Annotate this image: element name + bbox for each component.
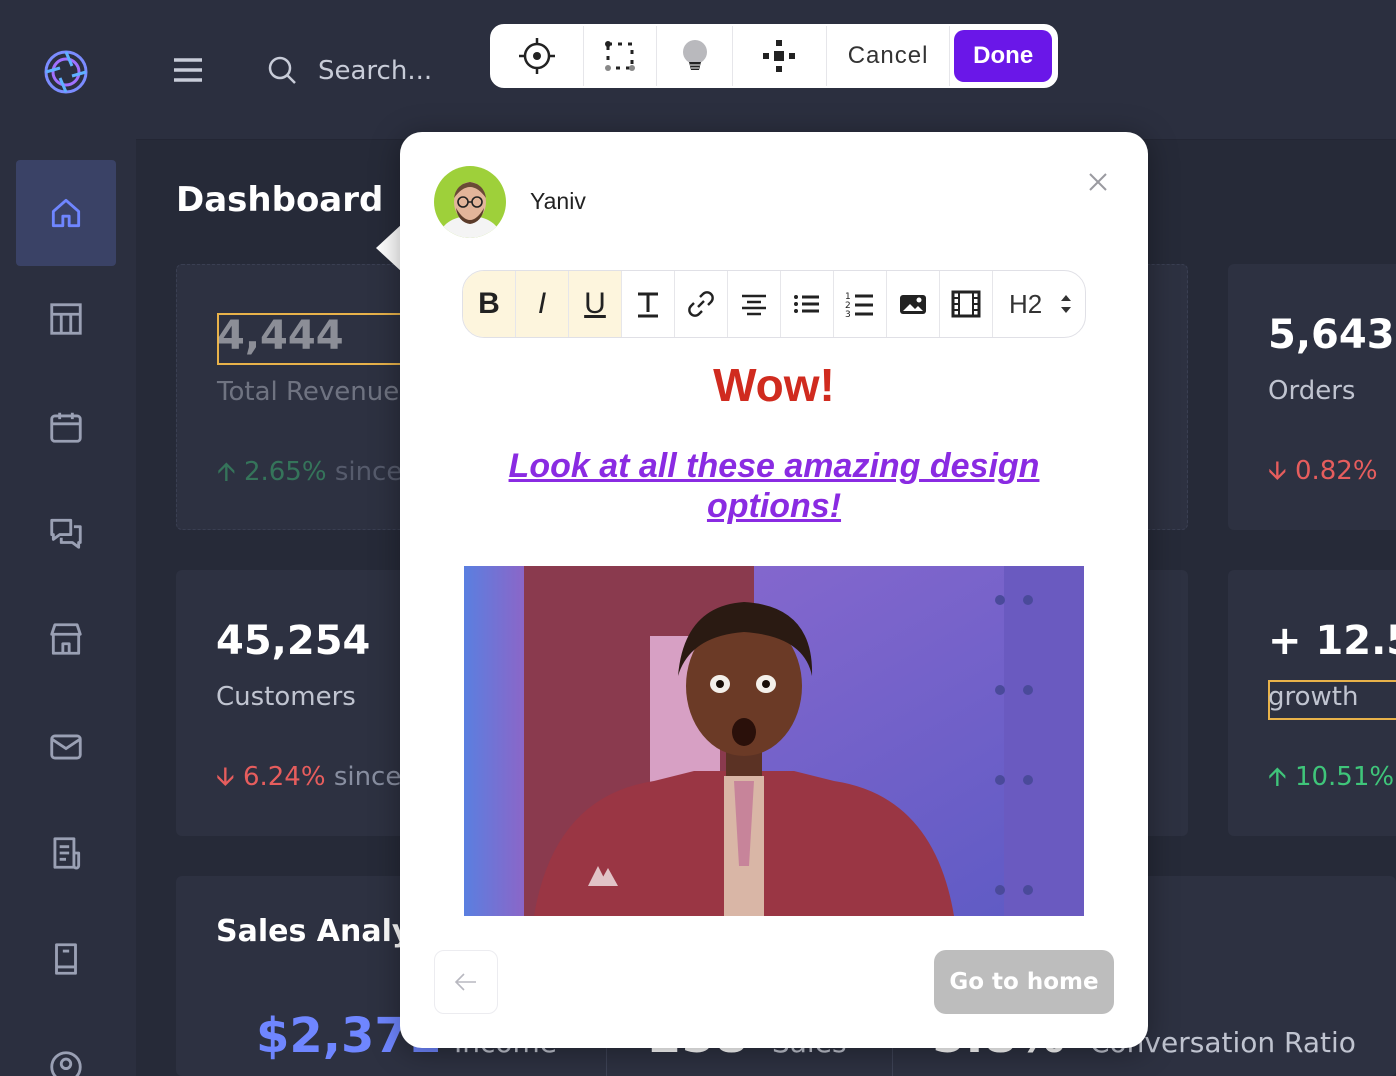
sidebar-item-chat[interactable] (16, 480, 116, 586)
menu-icon[interactable] (172, 54, 204, 86)
heading-select[interactable]: H2 (993, 271, 1085, 337)
italic-icon: I (537, 287, 547, 320)
avatar (434, 166, 506, 238)
move-button[interactable] (733, 26, 827, 86)
book-icon (55, 943, 77, 975)
customers-label: Customers (216, 682, 356, 712)
target-icon (519, 38, 556, 74)
revenue-change: 🡩 2.65% since (217, 457, 403, 487)
customers-change: 🡫 6.24% since (216, 762, 402, 792)
image-icon (900, 295, 926, 314)
growth-value: + 12.5 (1268, 618, 1396, 664)
layout-icon (50, 303, 82, 335)
video-icon (951, 290, 981, 318)
move-icon (763, 40, 796, 72)
gif-image (464, 566, 1084, 916)
select-area-button[interactable] (584, 26, 658, 86)
align-center-icon (742, 294, 766, 316)
back-button[interactable] (434, 950, 498, 1014)
step-subheading[interactable]: Look at all these amazing design options… (480, 446, 1068, 526)
orders-card: 5,643 Orders 🡫 0.82% (1228, 264, 1396, 530)
orders-label: Orders (1268, 376, 1356, 406)
italic-button[interactable]: I (516, 271, 569, 337)
bullet-list-icon (794, 295, 819, 313)
chat-icon (50, 518, 82, 549)
text-style-icon (638, 292, 658, 318)
arrow-up-icon: 🡩 (217, 457, 244, 487)
bold-button[interactable]: B (463, 271, 516, 337)
arrow-down-icon: 🡫 (1268, 456, 1295, 486)
user-icon (50, 1051, 82, 1076)
revenue-label: Total Revenue (217, 377, 400, 407)
text-style-button[interactable] (622, 271, 675, 337)
growth-card: + 12.5 growth 🡩 10.51% (1228, 570, 1396, 836)
home-icon (51, 198, 81, 228)
popup-pointer (376, 224, 402, 272)
sidebar-item-store[interactable] (16, 586, 116, 692)
target-button[interactable] (492, 26, 584, 86)
mail-icon (50, 734, 82, 760)
align-center-button[interactable] (728, 271, 781, 337)
step-media[interactable] (464, 566, 1084, 916)
sidebar-item-invoice[interactable] (16, 800, 116, 906)
bold-icon: B (478, 287, 500, 320)
sidebar-item-home[interactable] (16, 160, 116, 266)
link-icon (688, 291, 714, 317)
sidebar-item-book[interactable] (16, 906, 116, 1012)
author-name: Yaniv (530, 188, 586, 214)
growth-label: growth (1268, 682, 1359, 712)
avatar-image (434, 166, 506, 238)
tour-toolbar: Cancel Done (490, 24, 1058, 88)
sidebar-item-calendar[interactable] (16, 374, 116, 480)
rich-text-toolbar: B I U 123 H2 (462, 270, 1086, 338)
arrow-down-icon: 🡫 (216, 762, 243, 792)
sidebar-item-mail[interactable] (16, 694, 116, 800)
sidebar (0, 0, 136, 1076)
video-button[interactable] (940, 271, 993, 337)
link-button[interactable] (675, 271, 728, 337)
heading-select-value: H2 (1009, 288, 1043, 319)
underline-icon: U (584, 287, 606, 320)
image-button[interactable] (887, 271, 940, 337)
revenue-value: 4,444 (217, 313, 344, 359)
growth-change: 🡩 10.51% (1268, 762, 1395, 792)
orders-change: 🡫 0.82% (1268, 456, 1378, 486)
arrow-up-icon: 🡩 (1268, 762, 1295, 792)
underline-button[interactable]: U (569, 271, 622, 337)
search-icon (268, 56, 296, 84)
sidebar-item-layout[interactable] (16, 266, 116, 372)
arrow-left-icon (454, 973, 476, 991)
tour-step-popup: Yaniv B I U 123 H2 Wow! Look at all thes… (400, 132, 1148, 1048)
numbered-list-button[interactable]: 123 (834, 271, 887, 337)
step-heading[interactable]: Wow! (400, 358, 1148, 412)
updown-icon (1061, 295, 1071, 313)
calendar-icon (50, 412, 82, 443)
orders-value: 5,643 (1268, 312, 1395, 358)
hint-button[interactable] (657, 26, 734, 86)
bullet-list-button[interactable] (781, 271, 834, 337)
customers-value: 45,254 (216, 618, 371, 664)
go-to-home-button[interactable]: Go to home (934, 950, 1114, 1014)
lightbulb-icon (682, 40, 707, 70)
cancel-button[interactable]: Cancel (827, 26, 951, 86)
done-button[interactable]: Done (954, 30, 1052, 82)
numbered-list-icon: 123 (845, 292, 873, 320)
sidebar-item-profile[interactable] (16, 1014, 116, 1076)
page-title: Dashboard (176, 180, 384, 220)
invoice-icon (53, 837, 81, 870)
svg-text:3: 3 (845, 310, 851, 320)
select-area-icon (605, 41, 636, 71)
close-icon[interactable] (1084, 168, 1112, 196)
logo-icon[interactable] (42, 48, 90, 96)
search-input[interactable] (318, 50, 518, 92)
store-icon (50, 623, 82, 655)
